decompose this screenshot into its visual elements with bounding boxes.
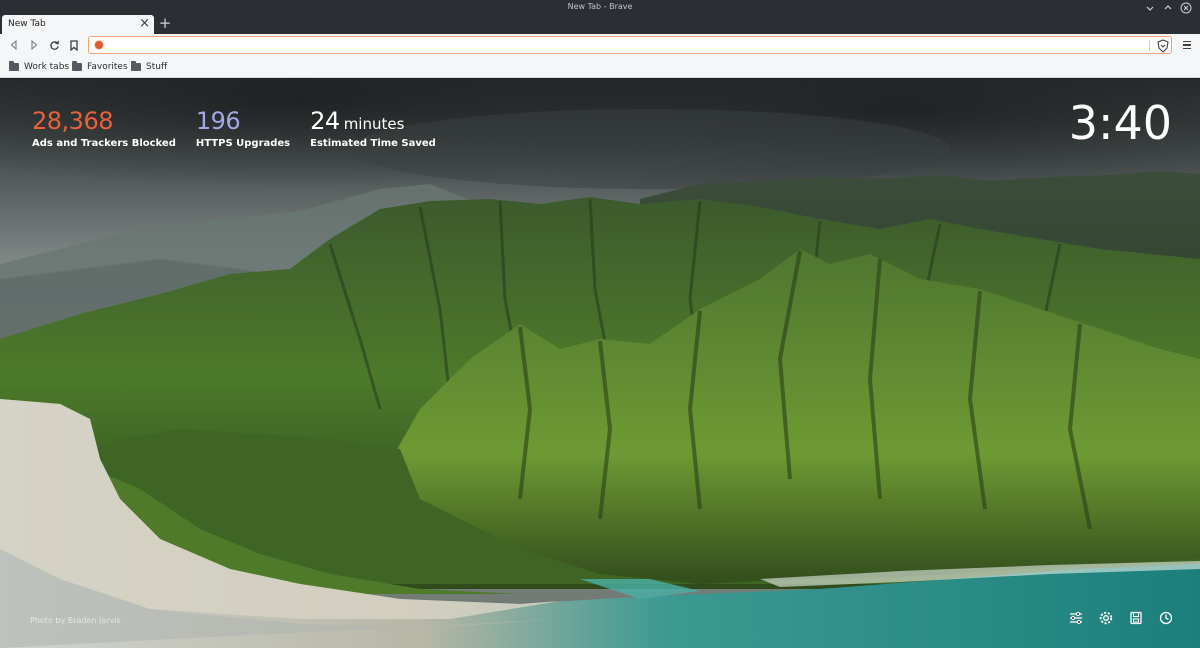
ads-blocked-label: Ads and Trackers Blocked xyxy=(32,138,176,149)
time-saved-count: 24 xyxy=(310,107,340,135)
tab-title: New Tab xyxy=(8,19,46,29)
reload-icon xyxy=(49,40,59,50)
tab-new-tab[interactable]: New Tab × xyxy=(2,15,154,34)
window-title: New Tab - Brave xyxy=(567,2,633,11)
new-tab-button[interactable]: + xyxy=(157,14,173,32)
close-icon[interactable] xyxy=(1180,2,1192,14)
bookmark-label: Work tabs xyxy=(24,62,70,72)
stat-ads-blocked: 28,368 Ads and Trackers Blocked xyxy=(32,106,176,149)
address-input[interactable] xyxy=(109,38,1139,52)
address-divider xyxy=(1149,40,1150,51)
forward-button[interactable] xyxy=(26,37,42,53)
bookmark-folder-favorites[interactable]: Favorites xyxy=(72,60,128,74)
clock: 3:40 xyxy=(1068,96,1172,150)
time-saved-unit: minutes xyxy=(343,115,405,133)
https-upgrades-label: HTTPS Upgrades xyxy=(195,138,291,149)
window-controls xyxy=(1144,2,1192,14)
brave-shield-icon[interactable] xyxy=(1156,38,1170,53)
duckduckgo-icon xyxy=(94,40,104,50)
folder-icon xyxy=(9,61,19,71)
bookmark-folder-stuff[interactable]: Stuff xyxy=(131,60,167,74)
toolbar xyxy=(0,34,1200,56)
bookmarks-bar: Work tabs Favorites Stuff xyxy=(0,56,1200,78)
customize-icon[interactable] xyxy=(1068,610,1084,626)
bookmark-label: Favorites xyxy=(87,62,128,72)
stat-https-upgrades: 196 HTTPS Upgrades xyxy=(196,106,290,149)
bookmarks-icon[interactable] xyxy=(1128,610,1144,626)
background-photo xyxy=(0,79,1200,648)
back-icon xyxy=(10,40,17,50)
settings-icon[interactable] xyxy=(1098,610,1114,626)
history-icon[interactable] xyxy=(1158,610,1174,626)
minimize-icon[interactable] xyxy=(1144,2,1156,14)
title-bar: New Tab - Brave New Tab × + xyxy=(0,0,1200,34)
address-bar[interactable] xyxy=(88,36,1172,54)
tab-close-icon[interactable]: × xyxy=(139,16,150,32)
photo-credit[interactable]: Photo by Braden Jarvis xyxy=(30,616,121,625)
folder-icon xyxy=(131,61,141,71)
stats-panel: 28,368 Ads and Trackers Blocked 196 HTTP… xyxy=(32,106,436,149)
ntp-action-bar xyxy=(1068,610,1174,626)
folder-icon xyxy=(72,61,82,71)
https-upgrades-count: 196 xyxy=(195,107,241,135)
back-button[interactable] xyxy=(6,37,22,53)
stat-time-saved: 24 minutes Estimated Time Saved xyxy=(310,106,436,149)
maximize-icon[interactable] xyxy=(1162,2,1174,14)
new-tab-page: 28,368 Ads and Trackers Blocked 196 HTTP… xyxy=(0,79,1200,648)
bookmark-folder-work-tabs[interactable]: Work tabs xyxy=(9,60,69,74)
bookmark-icon xyxy=(70,39,78,51)
reload-button[interactable] xyxy=(46,37,62,53)
bookmark-label: Stuff xyxy=(146,62,168,72)
menu-icon[interactable] xyxy=(1180,37,1194,53)
ads-blocked-count: 28,368 xyxy=(32,107,113,135)
forward-icon xyxy=(31,40,38,50)
time-saved-label: Estimated Time Saved xyxy=(310,138,436,149)
bookmark-button[interactable] xyxy=(66,37,82,53)
